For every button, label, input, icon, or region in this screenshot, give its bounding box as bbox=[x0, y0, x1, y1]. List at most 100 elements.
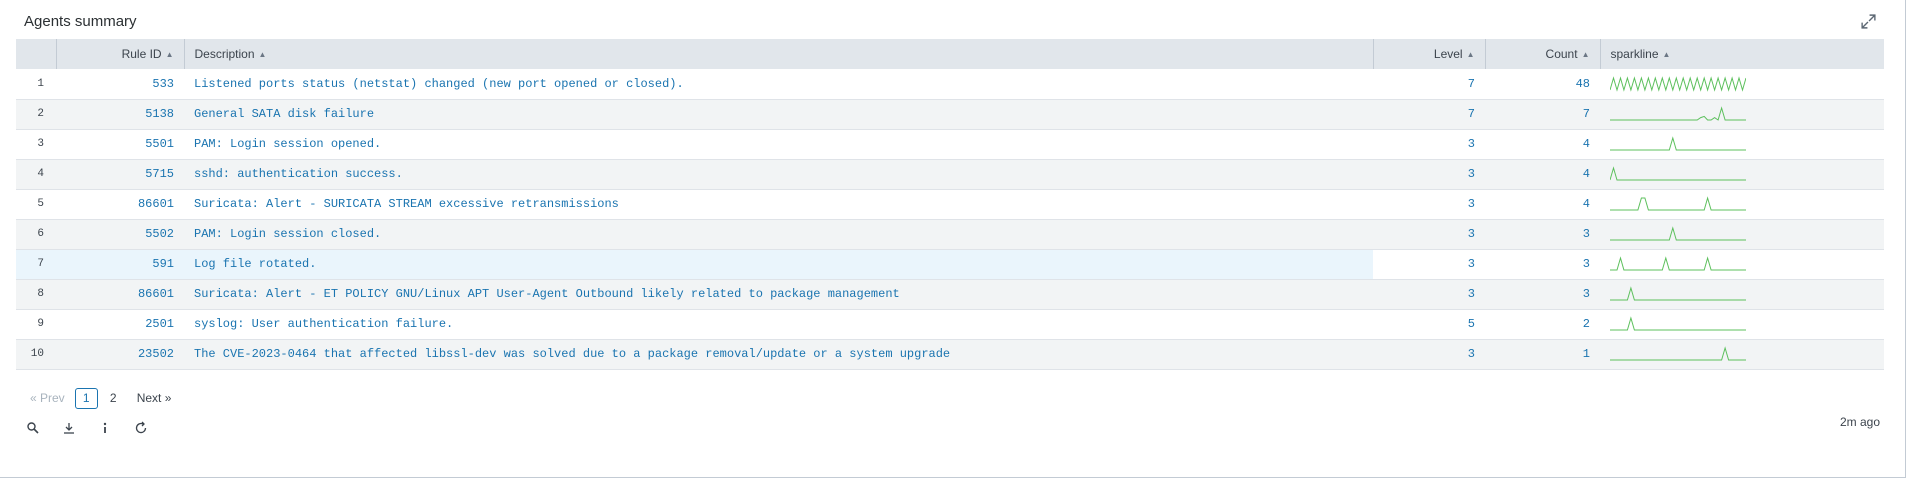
sort-icon: ▲ bbox=[165, 50, 174, 59]
sparkline-cell bbox=[1600, 249, 1884, 280]
sparkline-cell bbox=[1600, 159, 1884, 190]
row-index: 10 bbox=[16, 339, 56, 370]
sparkline-cell bbox=[1600, 189, 1884, 220]
level-cell[interactable]: 7 bbox=[1373, 99, 1485, 130]
sparkline-chart bbox=[1610, 75, 1746, 92]
expand-icon[interactable] bbox=[1860, 13, 1877, 30]
sparkline-line bbox=[1610, 286, 1746, 301]
row-index: 7 bbox=[16, 249, 56, 280]
description-cell[interactable]: Suricata: Alert - SURICATA STREAM excess… bbox=[184, 189, 1373, 220]
level-cell[interactable]: 3 bbox=[1373, 159, 1485, 190]
info-icon[interactable] bbox=[98, 421, 112, 435]
sort-icon: ▲ bbox=[258, 50, 267, 59]
description-cell[interactable]: sshd: authentication success. bbox=[184, 159, 1373, 190]
level-cell[interactable]: 3 bbox=[1373, 189, 1485, 220]
row-index: 1 bbox=[16, 69, 56, 100]
level-cell[interactable]: 3 bbox=[1373, 339, 1485, 370]
column-header-sparkline[interactable]: sparkline ▲ bbox=[1599, 39, 1884, 69]
rule-id-cell[interactable]: 533 bbox=[56, 69, 184, 100]
next-page-link[interactable]: Next » bbox=[137, 391, 172, 405]
count-cell[interactable]: 4 bbox=[1485, 129, 1600, 160]
rule-id-cell[interactable]: 86601 bbox=[56, 189, 184, 220]
table-row: 4 5715 sshd: authentication success. 3 4 bbox=[16, 159, 1884, 190]
row-index: 8 bbox=[16, 279, 56, 310]
rule-id-cell[interactable]: 5715 bbox=[56, 159, 184, 190]
count-cell[interactable]: 3 bbox=[1485, 219, 1600, 250]
level-cell[interactable]: 7 bbox=[1373, 69, 1485, 100]
sparkline-cell bbox=[1600, 99, 1884, 130]
table-body: 1 533 Listened ports status (netstat) ch… bbox=[16, 69, 1884, 370]
sparkline-line bbox=[1610, 106, 1746, 121]
column-header-label: sparkline bbox=[1610, 47, 1659, 61]
sparkline-chart bbox=[1610, 256, 1746, 271]
column-header-index bbox=[16, 39, 56, 69]
pagination: « Prev 1 2 Next » bbox=[30, 387, 171, 409]
count-cell[interactable]: 2 bbox=[1485, 309, 1600, 340]
dashboard-panel: Agents summary Rule ID ▲ Description ▲ Lev… bbox=[0, 0, 1906, 478]
prev-page-link: « Prev bbox=[30, 391, 65, 405]
last-updated-label: 2m ago bbox=[1839, 415, 1880, 429]
sparkline-line bbox=[1610, 166, 1746, 181]
page-2-button[interactable]: 2 bbox=[102, 388, 125, 409]
table-row: 1 533 Listened ports status (netstat) ch… bbox=[16, 69, 1884, 100]
sparkline-chart bbox=[1610, 316, 1746, 331]
rule-id-cell[interactable]: 591 bbox=[56, 249, 184, 280]
level-cell[interactable]: 3 bbox=[1373, 129, 1485, 160]
table-row: 2 5138 General SATA disk failure 7 7 bbox=[16, 99, 1884, 130]
sort-icon: ▲ bbox=[1581, 50, 1590, 59]
sparkline-line bbox=[1610, 75, 1746, 92]
sparkline-line bbox=[1610, 316, 1746, 331]
description-cell[interactable]: General SATA disk failure bbox=[184, 99, 1373, 130]
row-index: 6 bbox=[16, 219, 56, 250]
description-cell[interactable]: Log file rotated. bbox=[184, 249, 1373, 280]
rule-id-cell[interactable]: 5501 bbox=[56, 129, 184, 160]
table-row: 7 591 Log file rotated. 3 3 bbox=[16, 249, 1884, 280]
description-cell[interactable]: Listened ports status (netstat) changed … bbox=[184, 69, 1373, 100]
search-icon[interactable] bbox=[26, 421, 40, 435]
count-cell[interactable]: 48 bbox=[1485, 69, 1600, 100]
rule-id-cell[interactable]: 23502 bbox=[56, 339, 184, 370]
description-cell[interactable]: Suricata: Alert - ET POLICY GNU/Linux AP… bbox=[184, 279, 1373, 310]
level-cell[interactable]: 3 bbox=[1373, 219, 1485, 250]
level-cell[interactable]: 3 bbox=[1373, 279, 1485, 310]
row-index: 5 bbox=[16, 189, 56, 220]
count-cell[interactable]: 4 bbox=[1485, 159, 1600, 190]
results-table: Rule ID ▲ Description ▲ Level ▲ Count ▲ spar… bbox=[16, 39, 1884, 370]
level-cell[interactable]: 3 bbox=[1373, 249, 1485, 280]
sparkline-cell bbox=[1600, 309, 1884, 340]
count-cell[interactable]: 4 bbox=[1485, 189, 1600, 220]
sparkline-cell bbox=[1600, 279, 1884, 310]
description-cell[interactable]: PAM: Login session closed. bbox=[184, 219, 1373, 250]
description-cell[interactable]: The CVE-2023-0464 that affected libssl-d… bbox=[184, 339, 1373, 370]
column-header-description[interactable]: Description ▲ bbox=[183, 39, 1373, 69]
rule-id-cell[interactable]: 86601 bbox=[56, 279, 184, 310]
sparkline-chart bbox=[1610, 166, 1746, 181]
count-cell[interactable]: 1 bbox=[1485, 339, 1600, 370]
rule-id-cell[interactable]: 5502 bbox=[56, 219, 184, 250]
column-header-count[interactable]: Count ▲ bbox=[1484, 39, 1600, 69]
column-header-rule-id[interactable]: Rule ID ▲ bbox=[55, 39, 184, 69]
description-cell[interactable]: PAM: Login session opened. bbox=[184, 129, 1373, 160]
sparkline-line bbox=[1610, 226, 1746, 241]
level-cell[interactable]: 5 bbox=[1373, 309, 1485, 340]
panel-title: Agents summary bbox=[24, 13, 137, 30]
description-cell[interactable]: syslog: User authentication failure. bbox=[184, 309, 1373, 340]
sparkline-line bbox=[1610, 196, 1746, 211]
column-header-label: Count bbox=[1545, 47, 1578, 61]
refresh-icon[interactable] bbox=[134, 421, 148, 435]
column-header-label: Level bbox=[1433, 47, 1463, 61]
rule-id-cell[interactable]: 5138 bbox=[56, 99, 184, 130]
count-cell[interactable]: 3 bbox=[1485, 249, 1600, 280]
sparkline-chart bbox=[1610, 136, 1746, 151]
count-cell[interactable]: 3 bbox=[1485, 279, 1600, 310]
rule-id-cell[interactable]: 2501 bbox=[56, 309, 184, 340]
sparkline-line bbox=[1610, 256, 1746, 271]
column-header-label: Description bbox=[194, 47, 255, 61]
page-1-button[interactable]: 1 bbox=[74, 387, 98, 409]
table-row: 6 5502 PAM: Login session closed. 3 3 bbox=[16, 219, 1884, 250]
table-header-row: Rule ID ▲ Description ▲ Level ▲ Count ▲ spar… bbox=[16, 39, 1884, 69]
count-cell[interactable]: 7 bbox=[1485, 99, 1600, 130]
download-icon[interactable] bbox=[62, 421, 76, 435]
sparkline-cell bbox=[1600, 339, 1884, 370]
column-header-level[interactable]: Level ▲ bbox=[1372, 39, 1485, 69]
